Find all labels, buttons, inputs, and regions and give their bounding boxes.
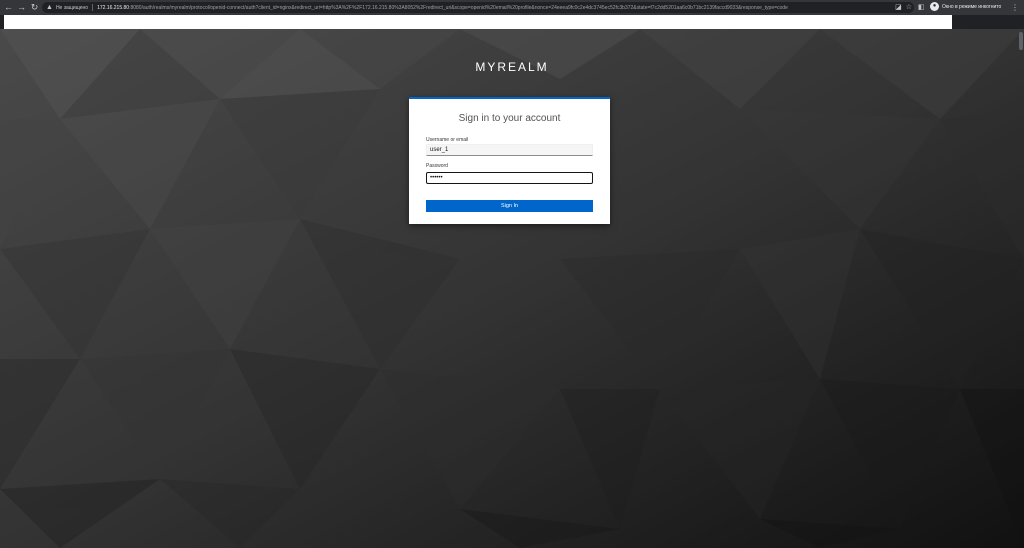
translate-icon[interactable]: ◪ xyxy=(895,2,902,13)
warning-icon[interactable]: ▲ xyxy=(46,4,53,11)
star-icon[interactable]: ☆ xyxy=(906,2,912,13)
browser-toolbar: ← → ↻ ▲ Не защищено 172.16.215.80 :8080/… xyxy=(0,0,1024,15)
back-arrow-icon[interactable]: ← xyxy=(2,1,15,14)
scrollbar-thumb[interactable] xyxy=(1019,32,1023,50)
divider xyxy=(92,4,94,11)
login-heading: Sign in to your account xyxy=(458,113,561,124)
omnibox-actions: ◪ ☆ xyxy=(895,2,912,13)
realm-title: MYREALM xyxy=(475,60,549,74)
scrollbar-track xyxy=(1018,15,1024,29)
reload-icon[interactable]: ↻ xyxy=(28,1,41,14)
kebab-menu-icon[interactable]: ⋮ xyxy=(1011,2,1019,13)
incognito-profile[interactable]: ● Окно в режиме инкогнито xyxy=(930,2,1001,11)
username-input[interactable]: user_1 xyxy=(426,144,593,156)
info-strip xyxy=(4,15,952,29)
incognito-avatar-icon: ● xyxy=(930,2,939,11)
profile-label: Окно в режиме инкогнито xyxy=(942,3,1002,10)
password-input[interactable]: •••••• xyxy=(426,172,593,184)
login-card: Sign in to your account Username or emai… xyxy=(409,97,610,224)
password-label: Password xyxy=(426,163,448,169)
username-label: Username or email xyxy=(426,137,469,143)
forward-arrow-icon[interactable]: → xyxy=(15,1,28,14)
url-host[interactable]: 172.16.215.80 xyxy=(97,5,129,11)
address-bar[interactable]: ▲ Не защищено 172.16.215.80 :8080/auth/r… xyxy=(42,2,914,13)
sidebar-icon[interactable]: ◧ xyxy=(918,2,925,13)
url-path[interactable]: :8080/auth/realms/myrealm/protocol/openi… xyxy=(129,5,788,11)
sign-in-button[interactable]: Sign In xyxy=(426,200,593,212)
security-label[interactable]: Не защищено xyxy=(56,5,88,11)
